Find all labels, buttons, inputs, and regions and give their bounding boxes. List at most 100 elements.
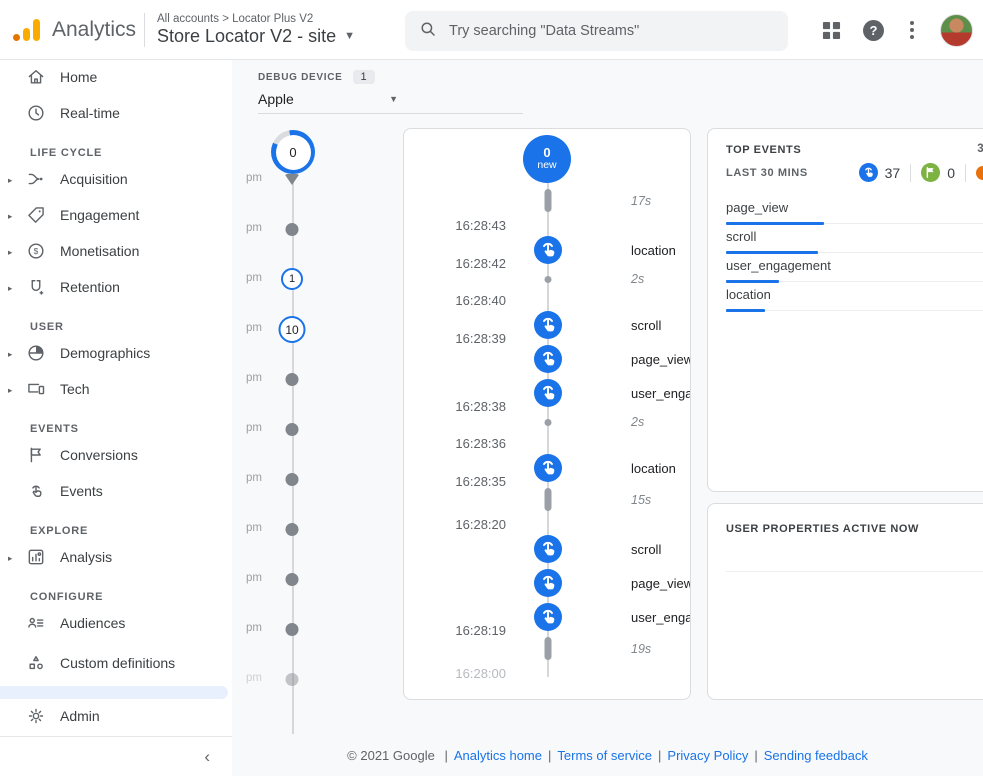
sidebar-item-admin[interactable]: Admin [0, 699, 232, 735]
logo[interactable]: Analytics [0, 17, 142, 43]
footer-separator: | [548, 748, 551, 763]
search-bar[interactable] [405, 11, 788, 51]
account-switcher[interactable]: All accounts > Locator Plus V2 Store Loc… [157, 13, 355, 47]
stream-event-row[interactable]: 16:28:42 location [404, 234, 690, 268]
gap-duration: 17s [631, 194, 691, 210]
counter-flag: 0 [911, 163, 965, 182]
sidebar-footer: ‹ [0, 736, 232, 776]
sidebar-item-demographics[interactable]: ▸ Demographics [0, 336, 232, 372]
timeline-dot-marker [286, 673, 299, 686]
user-properties-card: USER PROPERTIES ACTIVE NOW [707, 503, 983, 700]
stream-gap-row: 15s [404, 486, 690, 516]
sidebar-item-home[interactable]: Home [0, 60, 232, 96]
stream-event-row[interactable]: page_view [404, 343, 690, 377]
footer-link-terms-of-service[interactable]: Terms of service [557, 748, 652, 763]
event-name: scroll [631, 542, 691, 558]
chevron-down-icon: ▼ [344, 30, 355, 42]
stream-event-row[interactable]: 16:28:35 location [404, 452, 690, 486]
gap-duration: 15s [631, 493, 691, 509]
timeline-count-ring[interactable]: 1 [281, 268, 303, 290]
stream-event-row[interactable]: scroll [404, 533, 690, 567]
stream-event-row[interactable]: 16:28:39 scroll [404, 309, 690, 343]
stream-timestamp-row: 16:28:20 [404, 516, 690, 533]
expand-caret-icon[interactable]: ▸ [8, 385, 18, 396]
footer-link-sending-feedback[interactable]: Sending feedback [764, 748, 868, 763]
device-select-value: Apple [258, 91, 294, 107]
debug-device-label: DEBUG DEVICE [258, 72, 343, 83]
collapse-sidebar-button[interactable]: ‹ [204, 747, 210, 767]
sidebar-item-tech[interactable]: ▸ Tech [0, 372, 232, 408]
timeline-time-label: pm [232, 322, 262, 334]
expand-caret-icon[interactable]: ▸ [8, 283, 18, 294]
sidebar-item-monetisation[interactable]: ▸ $ Monetisation [0, 234, 232, 270]
device-select[interactable]: Apple ▼ [258, 91, 398, 113]
shapes-icon [26, 653, 48, 675]
sidebar-item-events[interactable]: Events [0, 474, 232, 510]
event-stream-card: 0 new 17s 16:28:43 16:28:42 location 2s … [403, 128, 691, 700]
stream-event-row[interactable]: page_view [404, 567, 690, 601]
user-properties-title: USER PROPERTIES ACTIVE NOW [726, 523, 919, 535]
stream-head-sub: new [537, 159, 556, 172]
sidebar: Home Real-time LIFE CYCLE ▸ Acquisition … [0, 60, 232, 776]
event-name: scroll [631, 318, 691, 334]
breadcrumb: All accounts > Locator Plus V2 [157, 13, 355, 25]
gear-icon [26, 706, 48, 728]
top-event-row[interactable]: scroll [726, 224, 983, 253]
touch-event-icon [534, 454, 562, 482]
timeline-time-label: pm [232, 372, 262, 384]
touch-event-icon [534, 535, 562, 563]
card-divider [726, 571, 983, 572]
touch-event-icon [534, 569, 562, 597]
expand-caret-icon[interactable]: ▸ [8, 247, 18, 258]
sidebar-item-custom-definitions[interactable]: Custom definitions [0, 642, 232, 686]
stream-event-row[interactable]: 16:28:19 user_engagement [404, 601, 690, 635]
sidebar-item-audiences[interactable]: Audiences [0, 606, 232, 642]
search-input[interactable] [449, 23, 774, 39]
stream-event-row[interactable]: 16:28:38 user_engagement [404, 377, 690, 411]
timeline-current-minute[interactable]: 0 [271, 130, 315, 174]
touch-event-icon [534, 345, 562, 373]
timeline-dot-marker [286, 473, 299, 486]
top-event-row[interactable]: location [726, 282, 983, 311]
timeline-count-ring[interactable]: 10 [279, 316, 306, 343]
sidebar-item-real-time[interactable]: Real-time [0, 96, 232, 132]
sidebar-item-engagement[interactable]: ▸ Engagement [0, 198, 232, 234]
help-icon[interactable]: ? [863, 20, 884, 41]
top-events-title: TOP EVENTS [726, 144, 801, 156]
sidebar-item-analysis[interactable]: ▸ Analysis [0, 540, 232, 576]
avatar[interactable] [940, 14, 973, 47]
event-count-bar [726, 309, 765, 312]
footer-link-analytics-home[interactable]: Analytics home [454, 748, 542, 763]
kebab-menu-icon[interactable] [906, 17, 918, 43]
minute-timeline: 0 pm pm pm1 pm10 pm pm pm pm pm pm pm [232, 130, 402, 750]
timeline-time-label: pm [232, 672, 262, 684]
main-content: DEBUG DEVICE 1 Apple ▼ 0 pm pm pm1 pm10 … [232, 60, 983, 776]
analytics-logo-icon [14, 17, 42, 43]
stream-head-badge[interactable]: 0 new [523, 135, 571, 183]
stream-timestamp-row: 16:28:43 [404, 217, 690, 234]
chart-icon [26, 547, 48, 569]
footer-separator: | [444, 748, 447, 763]
expand-caret-icon[interactable]: ▸ [8, 175, 18, 186]
top-event-row[interactable]: page_view [726, 195, 983, 224]
expand-caret-icon[interactable]: ▸ [8, 553, 18, 564]
top-event-row[interactable]: user_engagement [726, 253, 983, 282]
footer-link-privacy-policy[interactable]: Privacy Policy [667, 748, 748, 763]
apps-grid-icon[interactable] [822, 21, 841, 40]
timeline-line [292, 174, 294, 734]
stream-gap-row: 2s [404, 411, 690, 435]
timeline-time-label: pm [232, 422, 262, 434]
sidebar-item-acquisition[interactable]: ▸ Acquisition [0, 162, 232, 198]
sidebar-item-conversions[interactable]: Conversions [0, 438, 232, 474]
timeline-time-label: pm [232, 572, 262, 584]
globe-icon [26, 343, 48, 365]
expand-caret-icon[interactable]: ▸ [8, 211, 18, 222]
expand-caret-icon[interactable]: ▸ [8, 349, 18, 360]
touch-event-icon [534, 236, 562, 264]
sidebar-item-retention[interactable]: ▸ Retention [0, 270, 232, 306]
acquisition-icon [26, 169, 48, 191]
touch-icon [859, 163, 878, 182]
logo-text: Analytics [52, 18, 136, 42]
home-icon [26, 67, 48, 89]
app-header: Analytics All accounts > Locator Plus V2… [0, 0, 983, 60]
